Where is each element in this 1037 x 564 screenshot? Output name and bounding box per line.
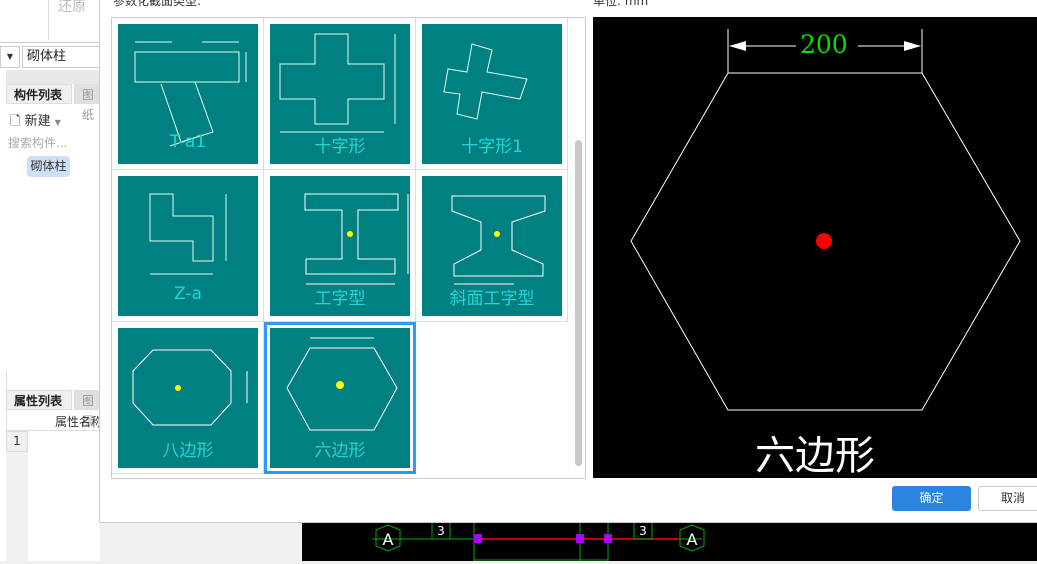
search-input[interactable]: 搜索构件... [8, 134, 67, 151]
new-button[interactable]: 🗋 新建 ▼ [10, 110, 61, 134]
cancel-button[interactable]: 取消 [978, 486, 1037, 511]
new-file-icon: 🗋 [10, 114, 21, 129]
list-item[interactable]: 砌体柱 [27, 156, 70, 177]
section-label: 六边形 [314, 441, 366, 461]
dim-label: 3 [639, 524, 647, 538]
scrollbar[interactable] [575, 140, 582, 466]
ok-button[interactable]: 确定 [892, 486, 971, 511]
tab-component-list[interactable]: 构件列表 [6, 84, 72, 104]
section-label: 十字形1 [461, 137, 523, 157]
chevron-down-icon[interactable]: ▼ [0, 46, 20, 68]
axis-label: A [383, 530, 394, 549]
restore-button[interactable]: 还原 [58, 0, 86, 16]
component-type-select[interactable]: 砌体柱 [22, 46, 102, 68]
section-i-beam[interactable]: 工字型 [264, 170, 416, 322]
divider [48, 0, 49, 40]
new-label: 新建 [24, 114, 51, 129]
tab-attribute-list[interactable]: 属性列表 [6, 390, 72, 410]
section-tapered-i-beam[interactable]: 斜面工字型 [416, 170, 568, 322]
center-point [816, 233, 832, 249]
section-label: 八边形 [162, 441, 214, 461]
section-cross-1[interactable]: 十字形1 [416, 18, 568, 170]
section-preview [593, 17, 1037, 478]
section-label: Z-a [174, 284, 202, 304]
unit-label: 单位: mm [593, 0, 649, 8]
divider [0, 42, 100, 43]
axis-label: A [687, 530, 698, 549]
section-octagon[interactable]: 八边形 [112, 322, 264, 474]
section-hexagon[interactable]: 六边形 [264, 322, 416, 474]
hexagon-preview-drawing [630, 29, 1021, 411]
section-grid: T-a1 十字形 十字形1 Z-a 工字型 斜面工字型 八边形 六边形 [111, 17, 586, 479]
row-number: 1 [6, 431, 28, 452]
section-cross[interactable]: 十字形 [264, 18, 416, 170]
row-gutter [6, 452, 28, 561]
section-label: 十字形 [314, 137, 366, 157]
section-label: T-a1 [169, 132, 207, 152]
preview-section-name: 六边形 [755, 433, 875, 479]
section-z-a[interactable]: Z-a [112, 170, 264, 322]
cad-drawing: A A 3 3 [372, 521, 705, 561]
dimension-label: 200 [800, 30, 848, 59]
cad-canvas[interactable]: A A 3 3 [302, 521, 1037, 561]
dim-label: 3 [437, 524, 445, 538]
panel-header [6, 70, 100, 84]
section-label: 工字型 [314, 289, 366, 309]
section-t-a1[interactable]: T-a1 [112, 18, 264, 170]
section-label: 斜面工字型 [449, 289, 535, 309]
column-header-name: 属性名称 [55, 415, 104, 429]
chevron-down-icon: ▼ [54, 118, 61, 127]
section-type-label: 参数化截面类型: [113, 0, 202, 8]
